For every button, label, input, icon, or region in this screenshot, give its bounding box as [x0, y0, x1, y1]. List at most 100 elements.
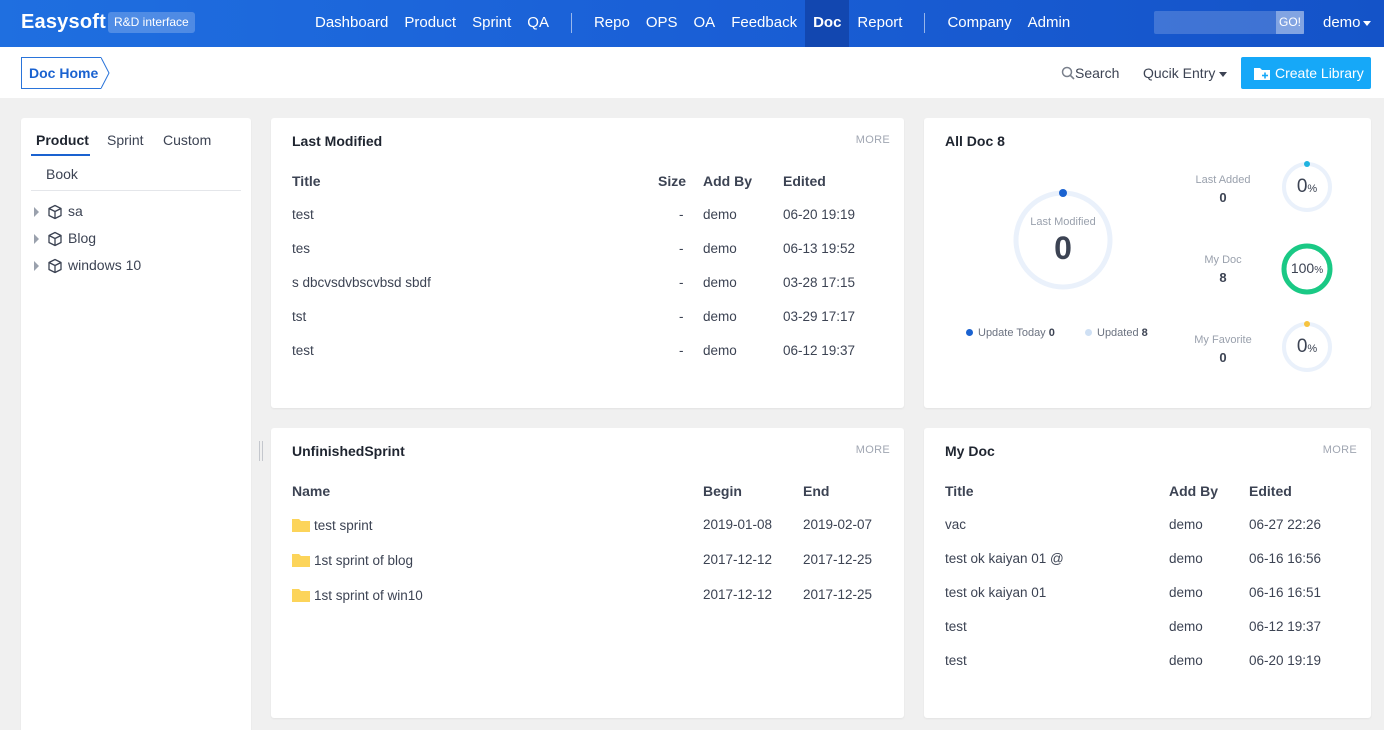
tree-item-label: Blog: [68, 230, 97, 246]
last-modified-panel: Last Modified MORE Title Size Add By Edi…: [271, 118, 904, 408]
nav-doc[interactable]: Doc: [805, 0, 850, 47]
brand-logo[interactable]: Easysoft: [21, 11, 106, 34]
doc-add-by: demo: [703, 309, 737, 324]
tree-item-label: sa: [68, 203, 83, 219]
sprint-end: 2017-12-25: [803, 552, 873, 567]
ring-progress-dot: [1304, 161, 1310, 167]
nav-qa[interactable]: QA: [519, 0, 557, 47]
doc-edited: 03-28 17:15: [783, 275, 856, 290]
sprint-end: 2017-12-25: [803, 587, 873, 602]
doc-edited: 06-16 16:51: [1249, 585, 1322, 600]
doc-title-link[interactable]: test: [945, 653, 967, 668]
panel-resize-handle[interactable]: [259, 441, 263, 461]
nav-dashboard[interactable]: Dashboard: [307, 0, 396, 47]
sprint-begin: 2019-01-08: [703, 517, 773, 532]
divider: [31, 190, 241, 191]
doc-add-by: demo: [1169, 517, 1203, 532]
more-link[interactable]: MORE: [1323, 444, 1357, 456]
all-doc-panel: All Doc 8 Last Modified 0 Update Today 0…: [924, 118, 1371, 408]
sprint-name-link[interactable]: test sprint: [314, 518, 373, 533]
go-button[interactable]: GO!: [1276, 11, 1304, 34]
doc-title-link[interactable]: test ok kaiyan 01: [945, 585, 1046, 600]
sprint-name-link[interactable]: 1st sprint of blog: [314, 553, 413, 568]
doc-title-link[interactable]: test: [945, 619, 967, 634]
column-add-by: Add By: [703, 173, 752, 189]
doc-title-link[interactable]: tes: [292, 241, 310, 256]
progress-dot: [1059, 189, 1067, 197]
legend-value: 0: [1048, 327, 1055, 339]
doc-add-by: demo: [703, 343, 737, 358]
doc-edited: 03-29 17:17: [783, 309, 856, 324]
percent-unit: %: [1314, 265, 1324, 276]
legend-dot: [1085, 329, 1092, 336]
doc-title-link[interactable]: test: [292, 207, 314, 222]
interface-badge[interactable]: R&D interface: [108, 12, 195, 33]
tab-sprint[interactable]: Sprint: [107, 132, 144, 148]
sprint-begin: 2017-12-12: [703, 552, 773, 567]
nav-oa[interactable]: OA: [686, 0, 724, 47]
column-name: Name: [292, 483, 331, 499]
doc-add-by: demo: [1169, 551, 1203, 566]
doc-title-link[interactable]: vac: [945, 517, 966, 532]
cube-icon: [48, 204, 62, 220]
doc-edited: 06-16 16:56: [1249, 551, 1322, 566]
nav-divider: [570, 13, 572, 33]
doc-edited: 06-12 19:37: [783, 343, 856, 358]
caret-down-icon: [1219, 71, 1228, 77]
center-value: 0: [1054, 230, 1072, 266]
doc-title-link[interactable]: tst: [292, 309, 306, 324]
doc-size: -: [679, 309, 684, 324]
global-search-input[interactable]: [1154, 11, 1276, 34]
nav-report[interactable]: Report: [849, 0, 910, 47]
quick-entry-dropdown[interactable]: Qucik Entry: [1143, 65, 1228, 81]
legend-updated: Updated 8: [1085, 327, 1148, 339]
search-link[interactable]: Search: [1061, 65, 1119, 81]
nav-repo[interactable]: Repo: [586, 0, 638, 47]
create-library-label: Create Library: [1275, 65, 1364, 81]
tab-product[interactable]: Product: [36, 132, 89, 148]
nav-sprint[interactable]: Sprint: [464, 0, 519, 47]
caret-down-icon: [1362, 20, 1371, 26]
percent-value: 100: [1290, 260, 1315, 276]
search-icon: [1061, 66, 1075, 80]
doc-title-link[interactable]: test: [292, 343, 314, 358]
nav-product[interactable]: Product: [396, 0, 464, 47]
library-sidebar: Product Sprint Custom Book sa Blog windo…: [21, 118, 251, 730]
folder-icon: [292, 589, 310, 602]
create-library-button[interactable]: Create Library: [1241, 57, 1371, 89]
doc-title-link[interactable]: test ok kaiyan 01 @: [945, 551, 1064, 566]
stat-value: 0: [1219, 350, 1227, 365]
expand-arrow-icon[interactable]: [34, 261, 39, 271]
expand-arrow-icon[interactable]: [34, 234, 39, 244]
column-add-by: Add By: [1169, 483, 1218, 499]
stat-label: Last Added: [1195, 174, 1251, 186]
cube-icon: [48, 231, 62, 247]
panel-title: My Doc: [945, 443, 995, 459]
doc-edited: 06-13 19:52: [783, 241, 856, 256]
doc-home-label: Doc Home: [21, 57, 101, 89]
folder-add-icon: [1254, 68, 1270, 80]
percent-value: 0: [1296, 336, 1308, 357]
user-name: demo: [1323, 14, 1361, 31]
doc-add-by: demo: [1169, 619, 1203, 634]
main-nav: Dashboard Product Sprint QA Repo OPS OA …: [307, 0, 1078, 47]
nav-ops[interactable]: OPS: [638, 0, 686, 47]
active-tab-indicator: [31, 154, 90, 156]
sprint-name-link[interactable]: 1st sprint of win10: [314, 588, 423, 603]
nav-admin[interactable]: Admin: [1020, 0, 1079, 47]
more-link[interactable]: MORE: [856, 444, 890, 456]
doc-title-link[interactable]: s dbcvsdvbscvbsd sbdf: [292, 275, 431, 290]
sub-header: Doc Home Search Qucik Entry Create Libra…: [0, 47, 1384, 98]
tab-custom[interactable]: Custom: [163, 132, 211, 148]
legend-label: Updated: [1097, 327, 1139, 339]
column-edited: Edited: [783, 173, 826, 189]
nav-feedback[interactable]: Feedback: [723, 0, 805, 47]
column-end: End: [803, 483, 830, 499]
user-menu[interactable]: demo: [1323, 14, 1371, 31]
nav-company[interactable]: Company: [939, 0, 1019, 47]
nav-divider: [924, 13, 926, 33]
expand-arrow-icon[interactable]: [34, 207, 39, 217]
tab-book[interactable]: Book: [46, 166, 78, 182]
more-link[interactable]: MORE: [856, 134, 890, 146]
unfinished-sprint-panel: UnfinishedSprint MORE Name Begin End tes…: [271, 428, 904, 718]
